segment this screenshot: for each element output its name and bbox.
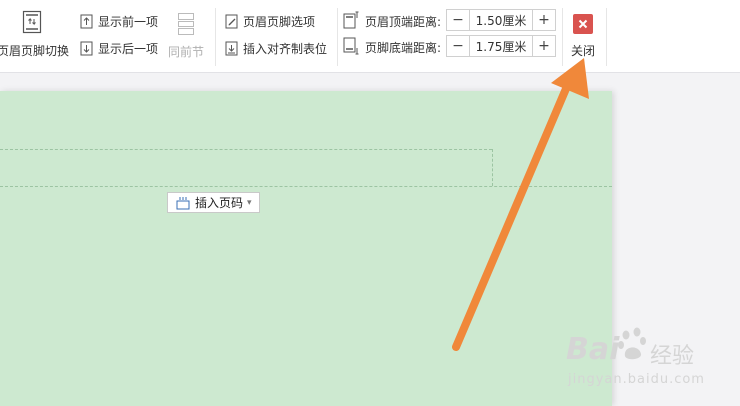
- watermark-brand-cn: 经验: [650, 344, 695, 369]
- watermark-brand: Bai: [566, 332, 620, 367]
- paw-icon: [617, 326, 649, 365]
- watermark-url: jingyan.baidu.com: [568, 372, 705, 387]
